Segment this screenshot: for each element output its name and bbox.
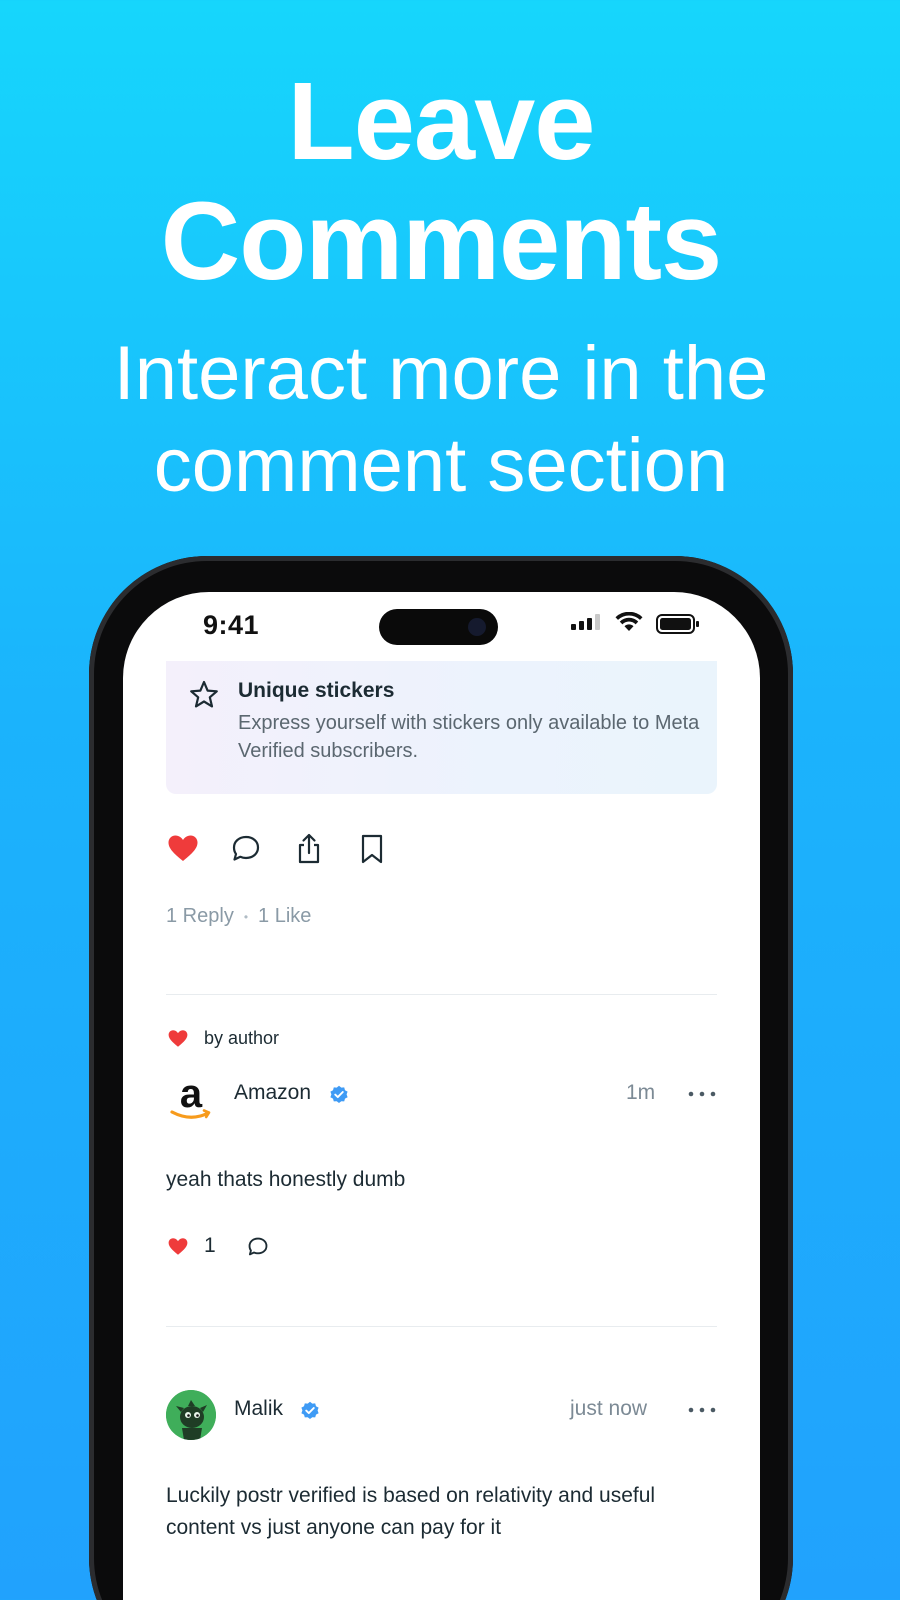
verified-badge-icon [330, 1085, 348, 1103]
status-time: 9:41 [203, 610, 260, 640]
dynamic-island [379, 609, 498, 645]
like-count-link[interactable]: 1 Like [258, 905, 311, 927]
comment-timestamp: just now [570, 1397, 648, 1420]
heart-icon [168, 1030, 188, 1047]
svg-text:a: a [180, 1074, 203, 1116]
comment-icon[interactable] [229, 832, 263, 866]
divider [166, 994, 717, 995]
phone-screen: 9:41 Unique stickers Express yourself wi… [123, 592, 760, 1600]
comment-author-name[interactable]: Malik [234, 1397, 283, 1421]
sticker-card-description: Express yourself with stickers only avai… [238, 712, 700, 762]
wifi-icon [615, 612, 643, 631]
avatar[interactable] [166, 1390, 216, 1440]
post-stats: 1 Reply • 1 Like [166, 905, 311, 928]
promo-title: Leave Comments [160, 60, 722, 303]
more-options-icon[interactable] [687, 1400, 717, 1420]
share-icon[interactable] [292, 832, 326, 866]
comment-author-name[interactable]: Amazon [234, 1081, 311, 1105]
comment-like-count: 1 [204, 1234, 216, 1257]
comment-text: Luckily postr verified is based on relat… [166, 1484, 656, 1539]
battery-icon [656, 614, 699, 634]
cellular-signal-icon [571, 614, 600, 630]
verified-badge-icon [301, 1401, 319, 1419]
sticker-card-title: Unique stickers [238, 679, 395, 702]
amazon-logo-icon: a [170, 1074, 211, 1119]
stats-separator: • [243, 909, 249, 924]
heart-icon[interactable] [166, 1236, 190, 1258]
reply-icon[interactable] [246, 1235, 270, 1259]
unique-stickers-card[interactable]: Unique stickers Express yourself with st… [166, 661, 717, 794]
comment-text: yeah thats honestly dumb [166, 1168, 406, 1191]
liked-by-label: by author [204, 1028, 280, 1048]
status-bar: 9:41 [123, 592, 760, 662]
avatar-character-icon [166, 1390, 216, 1440]
divider [166, 1326, 717, 1327]
comment-timestamp: 1m [626, 1081, 656, 1104]
star-icon [190, 680, 218, 708]
bookmark-icon[interactable] [355, 832, 389, 866]
reply-count-link[interactable]: 1 Reply [166, 905, 234, 927]
heart-icon[interactable] [166, 832, 200, 866]
more-options-icon[interactable] [687, 1084, 717, 1104]
promo-subtitle: Interact more in the comment section [113, 331, 769, 508]
avatar[interactable]: a [166, 1074, 216, 1124]
